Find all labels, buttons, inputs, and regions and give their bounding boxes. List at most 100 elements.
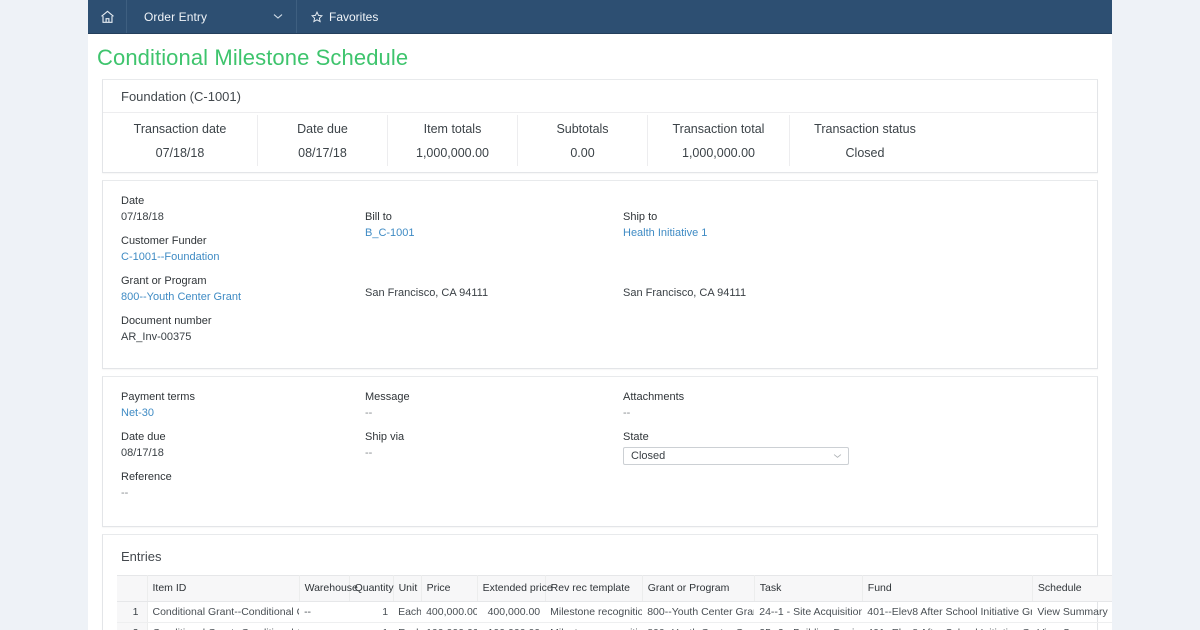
cell-fund[interactable]: 401--Elev8 After School Initiative Grant	[862, 601, 1033, 623]
cell-rev-rec-template[interactable]: Milestone recognition	[545, 622, 643, 630]
field-label: Reference	[121, 471, 172, 483]
page-title: Conditional Milestone Schedule	[97, 45, 409, 70]
summary-value: 07/18/18	[155, 146, 205, 160]
column-header-index[interactable]	[117, 575, 148, 602]
details-column-left: Date 07/18/18 Customer Funder C-1001--Fo…	[103, 194, 365, 354]
chevron-down-icon	[833, 453, 842, 459]
field-state: State Closed	[623, 430, 1097, 465]
entries-table-header: Item ID Warehouse Quantity Unit Price Ex…	[117, 575, 1112, 602]
home-button[interactable]	[88, 0, 127, 33]
cell-fund[interactable]: 401--Elev8 After School Initiative Grant	[862, 622, 1033, 630]
summary-label: Date due	[297, 122, 348, 136]
terms-column-right: Attachments -- State Closed	[623, 390, 1097, 510]
column-header-item-id[interactable]: Item ID	[147, 575, 300, 602]
cell-grant-or-program[interactable]: 800--Youth Center Grant	[642, 622, 755, 630]
field-attachments: Attachments --	[623, 390, 1097, 421]
field-label: Date due	[121, 431, 166, 443]
cell-warehouse: --	[299, 601, 350, 623]
bill-to-link[interactable]: B_C-1001	[365, 226, 623, 241]
field-date-due: Date due 08/17/18	[121, 430, 365, 461]
column-header-quantity[interactable]: Quantity	[349, 575, 394, 602]
field-label: Date	[121, 195, 145, 207]
cell-price: 400,000.00	[421, 601, 478, 623]
terms-column-left: Payment terms Net-30 Date due 08/17/18 R…	[103, 390, 365, 510]
bill-to-address: San Francisco, CA 94111	[365, 287, 489, 299]
ship-to-link[interactable]: Health Initiative 1	[623, 226, 1097, 241]
cell-unit: Each	[393, 622, 422, 630]
summary-panel: Foundation (C-1001) Transaction date 07/…	[102, 79, 1098, 173]
top-navigation-bar: Order Entry Favorites	[88, 0, 1112, 34]
payment-terms-link[interactable]: Net-30	[121, 406, 365, 421]
field-bill-to: Bill to B_C-1001	[365, 210, 623, 241]
field-label: Attachments	[623, 391, 685, 403]
cell-warehouse: --	[299, 622, 350, 630]
table-row[interactable]: 2 Conditional Grant--Conditional Grant -…	[117, 622, 1112, 630]
field-payment-terms: Payment terms Net-30	[121, 390, 365, 421]
details-column-bill-to: Bill to B_C-1001 San Francisco, CA 94111	[365, 194, 623, 354]
field-label: Ship via	[365, 431, 405, 443]
favorites-label: Favorites	[329, 9, 379, 24]
field-ship-via: Ship via --	[365, 430, 623, 461]
field-date: Date 07/18/18	[121, 194, 365, 225]
state-select[interactable]: Closed	[623, 447, 849, 465]
cell-price: 100,000.00	[421, 622, 478, 630]
cell-schedule-view-summary[interactable]: View Summary	[1032, 622, 1112, 630]
status-badge: Closed	[845, 146, 885, 160]
field-ship-to: Ship to Health Initiative 1	[623, 210, 1097, 241]
favorites-button[interactable]: Favorites	[297, 0, 392, 33]
column-header-price[interactable]: Price	[421, 575, 478, 602]
field-label: Grant or Program	[121, 275, 207, 287]
cell-item-id: Conditional Grant--Conditional Grant	[147, 622, 300, 630]
module-label: Order Entry	[144, 9, 208, 24]
cell-schedule-view-summary[interactable]: View Summary	[1032, 601, 1112, 623]
terms-panel: Payment terms Net-30 Date due 08/17/18 R…	[102, 376, 1098, 527]
column-header-warehouse[interactable]: Warehouse	[299, 575, 358, 602]
summary-metrics: Transaction date 07/18/18 Date due 08/17…	[103, 113, 1097, 172]
summary-label: Transaction total	[672, 122, 765, 136]
entries-panel: Entries Item ID Warehouse Quantity Unit …	[102, 534, 1112, 630]
field-customer-funder: Customer Funder C-1001--Foundation	[121, 234, 365, 265]
grant-or-program-link[interactable]: 800--Youth Center Grant	[121, 290, 365, 305]
chevron-down-icon	[273, 13, 283, 20]
column-header-unit[interactable]: Unit	[393, 575, 422, 602]
field-label: Bill to	[365, 211, 392, 223]
cell-extended-price: 400,000.00	[477, 601, 546, 623]
field-label: Customer Funder	[121, 235, 207, 247]
cell-task[interactable]: 25--2 - Building Design	[754, 622, 863, 630]
module-dropdown-button[interactable]	[260, 0, 297, 33]
field-label: State	[623, 431, 649, 443]
module-selector[interactable]: Order Entry	[127, 0, 260, 33]
terms-column-middle: Message -- Ship via --	[365, 390, 623, 510]
transaction-details-panel: Date 07/18/18 Customer Funder C-1001--Fo…	[102, 180, 1098, 369]
field-label: Ship to	[623, 211, 658, 223]
row-index: 1	[117, 601, 148, 623]
page-header: Conditional Milestone Schedule	[88, 34, 1112, 79]
entries-title: Entries	[121, 549, 162, 564]
field-message: Message --	[365, 390, 623, 421]
summary-cell-transaction-date: Transaction date 07/18/18	[103, 115, 258, 166]
summary-cell-subtotals: Subtotals 0.00	[518, 115, 648, 166]
summary-cell-item-totals: Item totals 1,000,000.00	[388, 115, 518, 166]
cell-extended-price: 100,000.00	[477, 622, 546, 630]
table-row[interactable]: 1 Conditional Grant--Conditional Grant -…	[117, 601, 1112, 623]
column-header-schedule[interactable]: Schedule	[1032, 575, 1112, 602]
column-header-task[interactable]: Task	[754, 575, 863, 602]
cell-quantity: 1	[349, 601, 394, 623]
details-column-ship-to: Ship to Health Initiative 1 San Francisc…	[623, 194, 1097, 354]
column-header-rev-rec-template[interactable]: Rev rec template	[545, 575, 643, 602]
field-value: --	[365, 407, 373, 419]
column-header-extended-price[interactable]: Extended price	[477, 575, 553, 602]
customer-funder-link[interactable]: C-1001--Foundation	[121, 250, 365, 265]
summary-cell-date-due: Date due 08/17/18	[258, 115, 388, 166]
cell-grant-or-program[interactable]: 800--Youth Center Grant	[642, 601, 755, 623]
column-header-grant-or-program[interactable]: Grant or Program	[642, 575, 755, 602]
field-grant-or-program: Grant or Program 800--Youth Center Grant	[121, 274, 365, 305]
cell-task[interactable]: 24--1 - Site Acquisition	[754, 601, 863, 623]
column-header-fund[interactable]: Fund	[862, 575, 1033, 602]
cell-rev-rec-template[interactable]: Milestone recognition	[545, 601, 643, 623]
field-document-number: Document number AR_Inv-00375	[121, 314, 365, 345]
field-label: Document number	[121, 315, 212, 327]
home-icon	[100, 10, 115, 24]
summary-value: 0.00	[570, 146, 595, 160]
